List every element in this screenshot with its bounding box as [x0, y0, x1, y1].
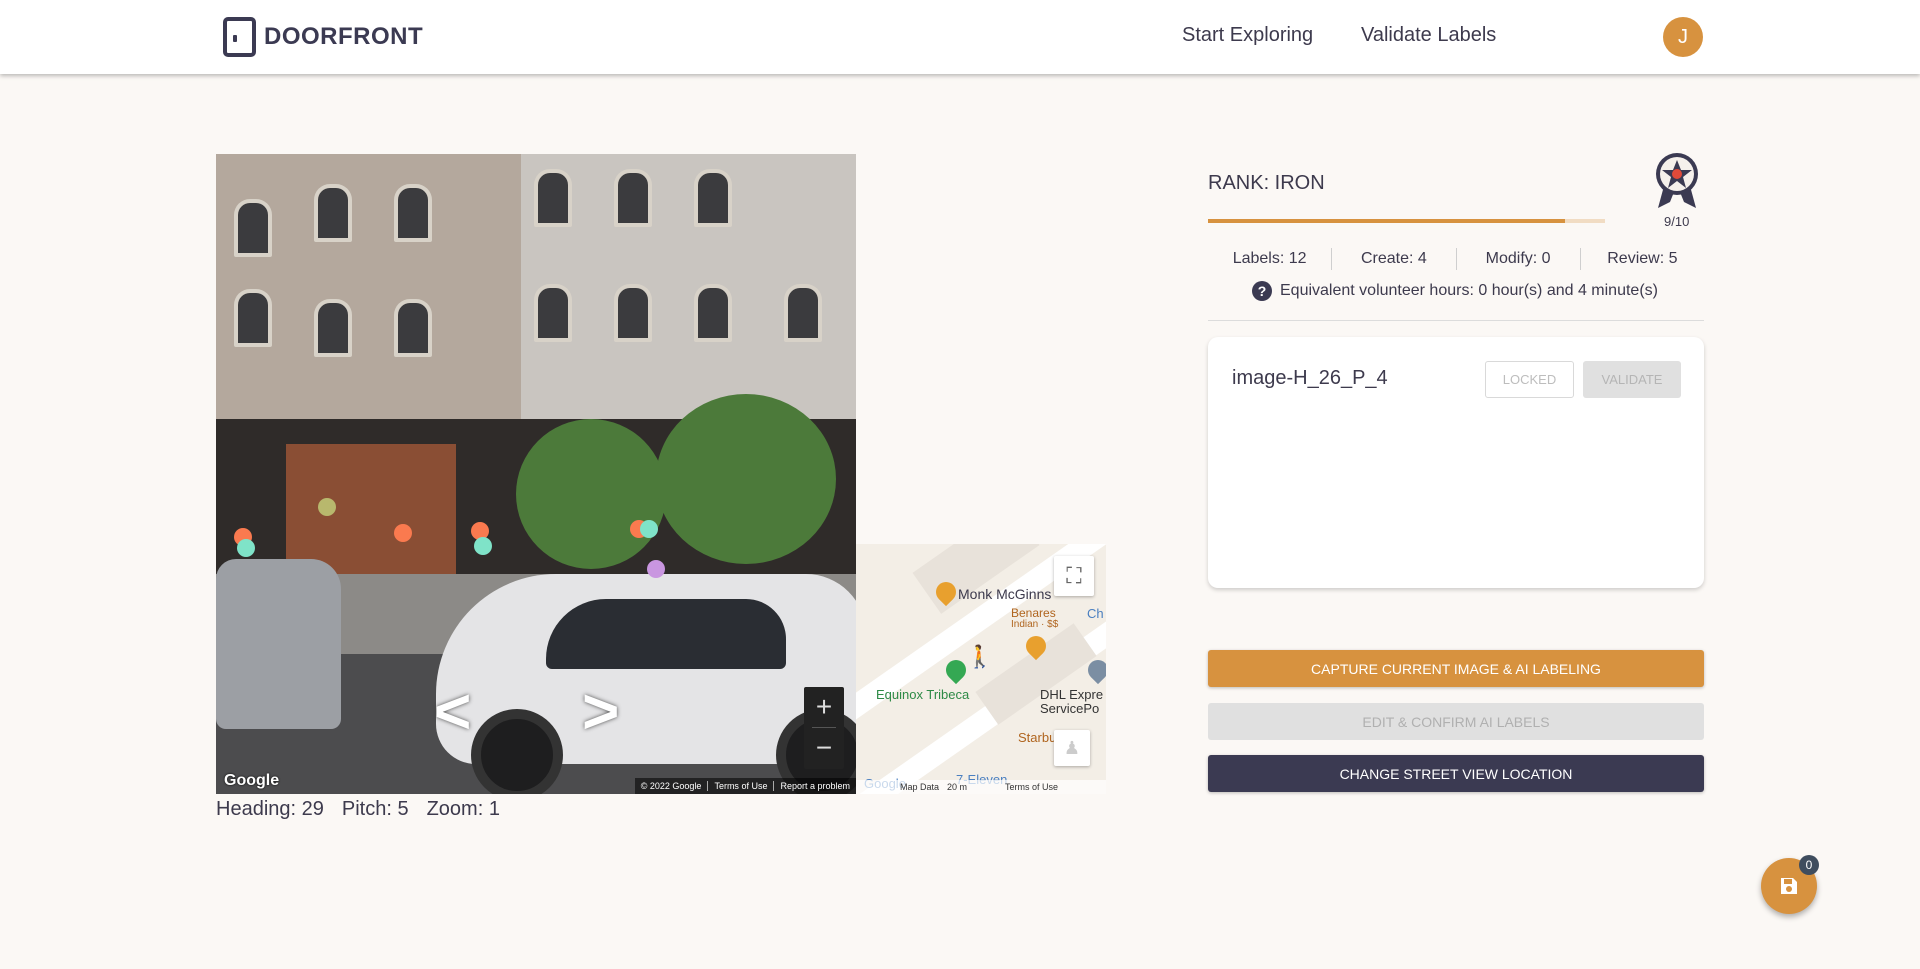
- building-window: [314, 184, 352, 242]
- building-window: [314, 299, 352, 357]
- heading-value: Heading: 29: [216, 798, 324, 820]
- report-problem-link[interactable]: Report a problem: [773, 781, 850, 791]
- building-window: [784, 284, 822, 342]
- street-view-footer: © 2022 Google Terms of Use Report a prob…: [634, 778, 856, 794]
- pan-left-arrow-icon[interactable]: <: [434, 674, 471, 748]
- street-tree: [516, 419, 666, 569]
- label-stats: Labels: 12 Create: 4 Modify: 0 Review: 5: [1208, 248, 1704, 270]
- save-icon: [1781, 878, 1797, 894]
- stat-create: Create: 4: [1331, 248, 1455, 270]
- locked-button[interactable]: LOCKED: [1485, 361, 1574, 398]
- mini-map[interactable]: Monk McGinns Benares Indian · $$ Ch Equi…: [856, 544, 1106, 794]
- street-tree: [656, 394, 836, 564]
- pegman-icon[interactable]: ♟: [1054, 730, 1090, 766]
- map-label-benares: Benares: [1011, 606, 1056, 620]
- label-marker[interactable]: [237, 539, 255, 557]
- top-nav-bar: DOORFRONT Start Exploring Validate Label…: [0, 0, 1920, 74]
- label-marker[interactable]: [474, 537, 492, 555]
- nav-validate-labels[interactable]: Validate Labels: [1361, 24, 1496, 47]
- zoom-control: + −: [804, 687, 844, 769]
- label-marker[interactable]: [640, 520, 658, 538]
- user-avatar[interactable]: J: [1663, 17, 1703, 57]
- help-icon[interactable]: ?: [1252, 281, 1272, 301]
- zoom-value: Zoom: 1: [426, 798, 500, 820]
- label-marker[interactable]: [318, 498, 336, 516]
- building-window: [234, 199, 272, 257]
- change-street-view-location-button[interactable]: CHANGE STREET VIEW LOCATION: [1208, 755, 1704, 792]
- nav-start-exploring[interactable]: Start Exploring: [1182, 24, 1313, 47]
- edit-confirm-ai-labels-button[interactable]: EDIT & CONFIRM AI LABELS: [1208, 703, 1704, 740]
- image-card: image-H_26_P_4 LOCKED VALIDATE: [1208, 337, 1704, 588]
- map-data-link[interactable]: Map Data: [900, 782, 939, 792]
- parked-car-silver: [216, 559, 341, 729]
- map-label-cuisine: Indian · $$: [1011, 619, 1059, 630]
- capture-ai-labeling-button[interactable]: CAPTURE CURRENT IMAGE & AI LABELING: [1208, 650, 1704, 687]
- building-window: [694, 169, 732, 227]
- street-view-info: Heading: 29 Pitch: 5 Zoom: 1: [216, 798, 500, 821]
- zoom-out-button[interactable]: −: [804, 728, 844, 768]
- building-window: [394, 184, 432, 242]
- stat-labels: Labels: 12: [1232, 250, 1307, 267]
- stat-modify: Modify: 0: [1455, 248, 1580, 270]
- rank-badge-icon: [1656, 153, 1698, 208]
- building-window: [534, 169, 572, 227]
- validate-button[interactable]: VALIDATE: [1583, 361, 1681, 398]
- map-footer: Map Data 20 m Terms of Use: [856, 780, 1106, 794]
- image-id: image-H_26_P_4: [1232, 367, 1388, 389]
- building-window: [694, 284, 732, 342]
- app-name: DOORFRONT: [264, 23, 424, 50]
- pan-right-arrow-icon[interactable]: >: [582, 674, 619, 748]
- terms-link[interactable]: Terms of Use: [707, 781, 767, 791]
- building-window: [614, 169, 652, 227]
- map-label-ch: Ch: [1087, 606, 1104, 621]
- car-window: [546, 599, 786, 669]
- rank-progress-fill: [1208, 219, 1566, 223]
- map-label-dhl: DHL Expre: [1040, 687, 1104, 702]
- label-marker[interactable]: [647, 560, 665, 578]
- map-scale: 20 m: [947, 782, 968, 792]
- map-label-servicepoint: ServicePo: [1040, 701, 1100, 716]
- street-view-panorama[interactable]: < > + − Google © 2022 Google Terms of Us…: [216, 154, 856, 794]
- rank-progress-bar: [1208, 219, 1605, 223]
- map-label-equinox: Equinox Tribeca: [876, 687, 970, 702]
- map-terms-link[interactable]: Terms of Use: [1005, 782, 1058, 792]
- car-wheel: [471, 709, 563, 794]
- rank-count: 9/10: [1664, 214, 1690, 229]
- volunteer-hours: ? Equivalent volunteer hours: 0 hour(s) …: [1252, 281, 1658, 301]
- pegman-marker-icon: 🚶: [966, 644, 994, 669]
- pitch-value: Pitch: 5: [341, 798, 409, 820]
- google-logo: Google: [224, 772, 280, 789]
- map-label-monk-mcginns: Monk McGinns: [958, 586, 1052, 602]
- door-logo-icon: [223, 17, 256, 57]
- copyright-text: © 2022 Google: [640, 781, 702, 791]
- building-window: [614, 284, 652, 342]
- building-window: [394, 299, 432, 357]
- building-window: [534, 284, 572, 342]
- building-window: [234, 289, 272, 347]
- app-logo[interactable]: DOORFRONT: [223, 16, 423, 58]
- section-divider: [1208, 320, 1704, 321]
- unsaved-count-badge: 0: [1799, 855, 1819, 875]
- rank-title: RANK: IRON: [1208, 172, 1325, 194]
- zoom-in-button[interactable]: +: [804, 687, 844, 727]
- fullscreen-icon[interactable]: ⛶: [1054, 556, 1094, 596]
- volunteer-hours-text: Equivalent volunteer hours: 0 hour(s) an…: [1280, 282, 1658, 299]
- label-marker[interactable]: [394, 524, 412, 542]
- stat-review: Review: 5: [1579, 248, 1704, 270]
